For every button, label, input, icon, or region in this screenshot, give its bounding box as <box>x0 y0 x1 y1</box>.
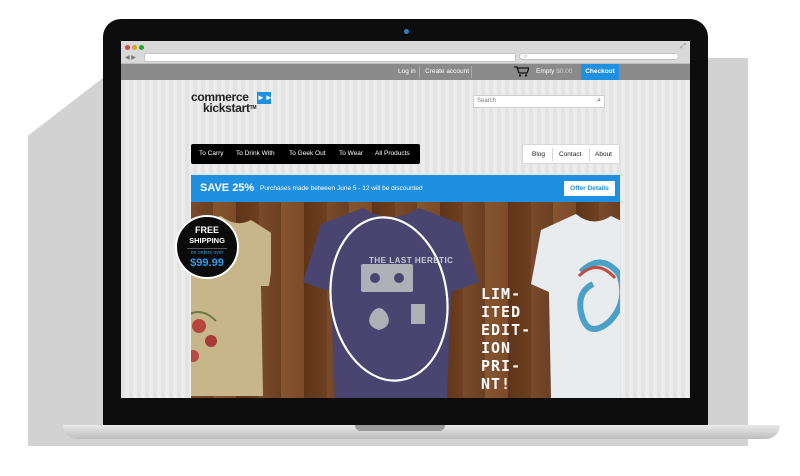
cart-status: Empty <box>536 68 555 75</box>
logo-line-2: kickstart <box>203 101 250 115</box>
search-icon[interactable]: ⌕ <box>597 97 601 105</box>
promo-text: Purchases made between June 5 - 12 will … <box>260 185 423 192</box>
maximize-window-dot[interactable] <box>139 45 144 50</box>
white-graphic-shirt <box>531 214 620 398</box>
shirt-print-text: THE LAST HERETIC <box>369 256 454 265</box>
cart-icon[interactable] <box>514 66 530 80</box>
laptop-notch <box>355 425 445 431</box>
browser-chrome: ◀ ▶ ⌕ ⤢ <box>121 41 690 64</box>
free-shipping-badge: FREE SHIPPING on orders over $99.99 <box>175 215 239 279</box>
heretic-tshirt <box>303 208 479 398</box>
promo-headline: SAVE 25% <box>200 182 255 194</box>
divider <box>589 148 590 161</box>
badge-shipping: SHIPPING <box>189 236 225 245</box>
fast-forward-icon: ►► <box>257 92 273 104</box>
badge-orders-over: on orders over <box>190 250 224 256</box>
badge-amount: $99.99 <box>190 257 224 269</box>
nav-item-all-products[interactable]: All Products <box>375 150 410 157</box>
address-bar[interactable] <box>144 53 516 62</box>
nav-item-about[interactable]: About <box>595 151 612 158</box>
offer-details-button[interactable]: Offer Details <box>564 181 615 196</box>
back-forward-icon[interactable]: ◀ ▶ <box>125 54 136 61</box>
nav-item-contact[interactable]: Contact <box>559 151 581 158</box>
divider <box>419 66 420 78</box>
browser-search-field[interactable]: ⌕ <box>519 53 679 60</box>
nav-item-to-carry[interactable]: To Carry <box>199 150 224 157</box>
nav-item-to-geek-out[interactable]: To Geek Out <box>289 150 326 157</box>
search-placeholder: Search <box>477 98 497 104</box>
cart-summary[interactable]: Empty $0.00 <box>536 68 573 75</box>
nav-item-to-drink-with[interactable]: To Drink With <box>236 150 275 157</box>
checkout-button[interactable]: Checkout <box>581 64 619 80</box>
login-link[interactable]: Log in <box>398 68 416 75</box>
nav-item-to-wear[interactable]: To Wear <box>339 150 363 157</box>
site-logo[interactable]: commerce kickstartTM ►► <box>191 91 273 115</box>
page-nav: Blog Contact About <box>522 144 620 164</box>
divider <box>471 66 472 78</box>
logo-tm: TM <box>249 105 257 111</box>
fullscreen-icon[interactable]: ⤢ <box>680 43 686 51</box>
badge-free: FREE <box>194 225 219 235</box>
badge-divider <box>187 248 227 249</box>
search-icon: ⌕ <box>524 54 528 60</box>
cart-total: $0.00 <box>556 68 573 75</box>
close-window-dot[interactable] <box>125 45 130 50</box>
hero-slide[interactable]: THE LAST HERETIC LIM- ITED EDIT- ION PRI… <box>191 202 620 398</box>
minimize-window-dot[interactable] <box>132 45 137 50</box>
create-account-link[interactable]: Create account <box>425 68 469 75</box>
camera-icon <box>404 29 409 34</box>
nav-item-blog[interactable]: Blog <box>532 151 545 158</box>
divider <box>552 148 553 161</box>
site-search-input[interactable]: Search ⌕ <box>473 95 605 108</box>
promo-banner: SAVE 25% Purchases made between June 5 -… <box>191 175 620 202</box>
category-nav: To Carry To Drink With To Geek Out To We… <box>191 144 420 164</box>
